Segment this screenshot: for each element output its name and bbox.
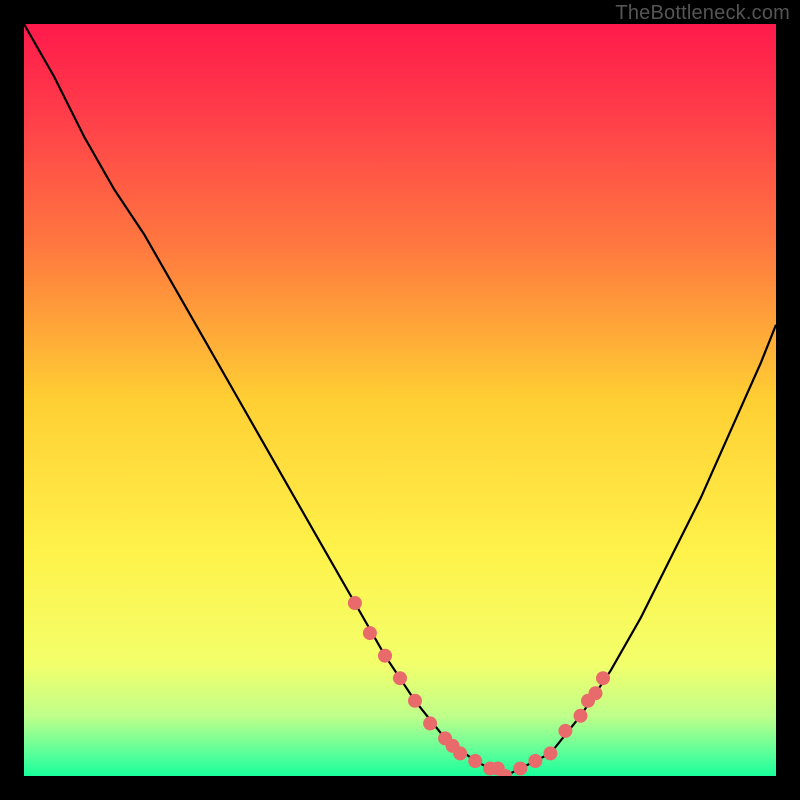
chart-svg	[24, 24, 776, 776]
highlight-point	[348, 596, 362, 610]
highlight-point	[378, 649, 392, 663]
highlight-point	[363, 626, 377, 640]
gradient-background	[24, 24, 776, 776]
highlight-point	[408, 694, 422, 708]
highlight-point	[393, 671, 407, 685]
highlight-point	[468, 754, 482, 768]
highlight-point	[513, 762, 527, 776]
highlight-point	[528, 754, 542, 768]
highlight-point	[453, 746, 467, 760]
highlight-point	[574, 709, 588, 723]
highlight-point	[589, 686, 603, 700]
highlight-point	[558, 724, 572, 738]
watermark-text: TheBottleneck.com	[615, 2, 790, 25]
highlight-point	[596, 671, 610, 685]
plot-area	[24, 24, 776, 776]
highlight-point	[423, 716, 437, 730]
highlight-point	[543, 746, 557, 760]
chart-frame: TheBottleneck.com	[0, 0, 800, 800]
